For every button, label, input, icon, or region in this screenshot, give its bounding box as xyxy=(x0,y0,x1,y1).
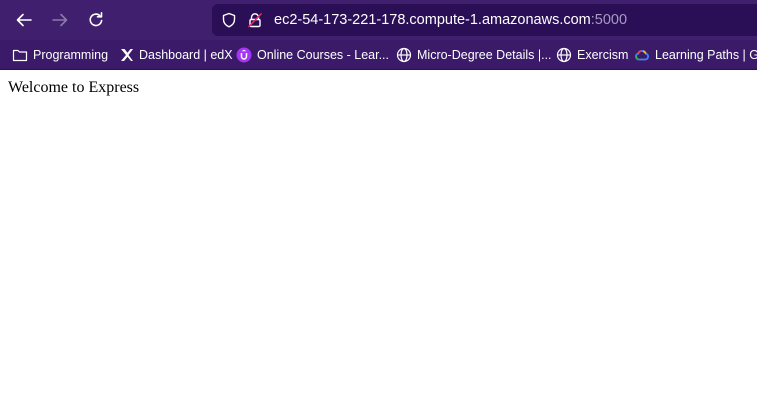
lock-icon[interactable] xyxy=(247,12,263,28)
bookmark-exercism[interactable]: Exercism xyxy=(556,40,628,69)
welcome-text: Welcome to Express xyxy=(8,79,140,96)
page-content: Welcome to Express xyxy=(0,70,757,407)
google-cloud-icon xyxy=(634,47,650,63)
browser-window: ec2-54-173-221-178.compute-1.amazonaws.c… xyxy=(0,0,757,407)
bookmark-label: Dashboard | edX xyxy=(139,47,233,62)
bookmark-label: Micro-Degree Details |... xyxy=(417,47,552,62)
bookmark-label: Exercism xyxy=(577,47,629,62)
url-host: ec2-54-173-221-178.compute-1.amazonaws.c… xyxy=(274,12,591,28)
url-port: :5000 xyxy=(590,12,628,28)
edx-icon xyxy=(118,47,134,63)
folder-icon xyxy=(12,47,28,63)
forward-button[interactable] xyxy=(48,8,72,32)
navigation-toolbar: ec2-54-173-221-178.compute-1.amazonaws.c… xyxy=(0,0,757,40)
bookmark-learning-paths[interactable]: Learning Paths | Go xyxy=(634,40,757,69)
url-text[interactable]: ec2-54-173-221-178.compute-1.amazonaws.c… xyxy=(274,10,627,30)
address-bar[interactable]: ec2-54-173-221-178.compute-1.amazonaws.c… xyxy=(212,4,757,36)
bookmark-programming[interactable]: Programming xyxy=(12,40,108,69)
back-button[interactable] xyxy=(12,8,36,32)
reload-icon xyxy=(89,12,103,27)
reload-button[interactable] xyxy=(84,8,108,32)
bookmark-dashboard-edx[interactable]: Dashboard | edX xyxy=(118,40,233,69)
bookmark-online-courses[interactable]: Online Courses - Lear... xyxy=(236,40,389,69)
bookmarks-bar: Programming Dashboard | edX Online Cours… xyxy=(0,40,757,70)
globe-icon xyxy=(396,47,412,63)
arrow-left-icon xyxy=(16,13,32,27)
shield-icon[interactable] xyxy=(221,12,237,28)
bookmark-label: Learning Paths | Go xyxy=(655,47,757,62)
udemy-icon xyxy=(236,47,252,63)
bookmark-label: Programming xyxy=(33,47,109,62)
bookmark-micro-degree[interactable]: Micro-Degree Details |... xyxy=(396,40,552,69)
bookmark-label: Online Courses - Lear... xyxy=(257,47,390,62)
arrow-right-icon xyxy=(52,13,68,27)
globe-icon xyxy=(556,47,572,63)
